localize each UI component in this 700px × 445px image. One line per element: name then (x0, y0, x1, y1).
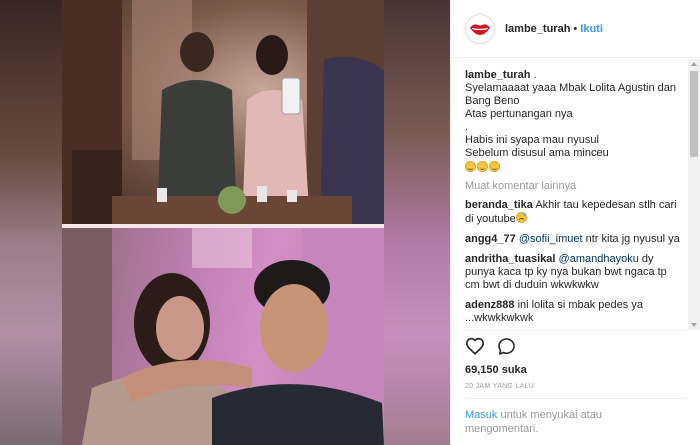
post-actions (465, 337, 516, 359)
avatar[interactable] (465, 13, 495, 44)
post-side-panel: lambe_turah • Ikuti lambe_turah . Syelamaa… (450, 0, 700, 445)
heart-icon (465, 337, 485, 355)
comment-text: punya kaca tp ky nya bukan bwt ngaca tp (465, 266, 667, 278)
grimace-emoji-icon (489, 161, 500, 172)
comment-username[interactable]: angg4_77 (465, 233, 516, 245)
caption-line: . (533, 69, 537, 81)
comment-username[interactable]: beranda_tika (465, 199, 533, 211)
divider (465, 398, 687, 399)
comment-item: adenz888 ini lolita si mbak pedes ya ...… (465, 299, 689, 325)
comment-item: angg4_77 @sofii_imuet ntr kita jg nyusul… (465, 233, 689, 246)
likes-count[interactable]: 69,150 suka (465, 364, 527, 376)
caption-line: Syelamaaaat yaaa Mbak Lolita Agustin dan (465, 82, 676, 94)
comment-text: dy (641, 253, 654, 265)
lips-logo-icon (470, 23, 490, 35)
sweat-emoji-icon (515, 212, 527, 223)
scroll-up-arrow-icon[interactable] (691, 62, 697, 66)
comment-text: di youtube (465, 213, 516, 225)
engagement-scene-illustration (62, 0, 384, 224)
caption-line: . (465, 121, 469, 133)
emoji-row (465, 161, 689, 172)
comment-item: beranda_tika Akhir tau kepedesan stlh ca… (465, 199, 689, 226)
engagement-photo (62, 0, 384, 224)
grimace-emoji-icon (465, 161, 476, 172)
comment-text: ...wkwkkwkwk (465, 312, 534, 324)
caption-line: Atas pertunangan nya (465, 108, 573, 120)
post-timestamp[interactable]: 20 JAM YANG LALU (465, 383, 534, 390)
comment-text: ini lolita si mbak pedes ya (517, 299, 643, 311)
comment-mention[interactable]: @sofii_imuet (519, 233, 583, 245)
like-button[interactable] (465, 337, 485, 359)
comment-text: cm bwt di duduin wkwkwkw (465, 279, 599, 291)
comment-button[interactable] (497, 337, 516, 359)
blurred-background-left (0, 0, 62, 445)
follow-button[interactable]: Ikuti (580, 23, 603, 35)
blurred-background-right (384, 0, 450, 445)
comments-scrollbar[interactable] (688, 59, 700, 330)
login-prompt-text: mengomentari. (465, 423, 539, 435)
comment-text: ntr kita jg nyusul ya (585, 233, 680, 245)
comment-username[interactable]: andritha_tuasikal (465, 253, 555, 265)
selfie-photo (62, 228, 384, 445)
comment-text: Akhir tau kepedesan stlh cari (535, 199, 677, 211)
comments-list[interactable]: lambe_turah . Syelamaaaat yaaa Mbak Loli… (451, 59, 689, 330)
caption-line: Sebelum disusul ama minceu (465, 147, 609, 159)
divider (465, 330, 687, 331)
caption-line: Bang Beno (465, 95, 520, 107)
header-username[interactable]: lambe_turah (505, 23, 570, 35)
comment-username[interactable]: adenz888 (465, 299, 515, 311)
login-prompt-text: untuk menyukai atau (500, 409, 602, 421)
post-media[interactable] (0, 0, 450, 445)
login-prompt: Masuk untuk menyukai atau mengomentari. (465, 408, 665, 436)
grimace-emoji-icon (477, 161, 488, 172)
scroll-down-arrow-icon[interactable] (691, 323, 697, 327)
comment-mention[interactable]: @amandhayoku (559, 253, 639, 265)
header-user-line: lambe_turah • Ikuti (505, 23, 603, 35)
scrollbar-thumb[interactable] (690, 71, 698, 157)
caption-line: Habis ini syapa mau nyusul (465, 134, 599, 146)
selfie-scene-illustration (62, 228, 384, 445)
comment-item: andritha_tuasikal @amandhayoku dy punya … (465, 253, 689, 292)
login-link[interactable]: Masuk (465, 409, 497, 421)
header-separator: • (573, 22, 578, 35)
load-more-comments-link[interactable]: Muat komentar lainnya (465, 180, 689, 192)
caption: lambe_turah . Syelamaaaat yaaa Mbak Loli… (465, 69, 689, 172)
comment-bubble-icon (498, 338, 515, 355)
caption-username[interactable]: lambe_turah (465, 69, 530, 81)
post-header: lambe_turah • Ikuti (451, 0, 700, 58)
